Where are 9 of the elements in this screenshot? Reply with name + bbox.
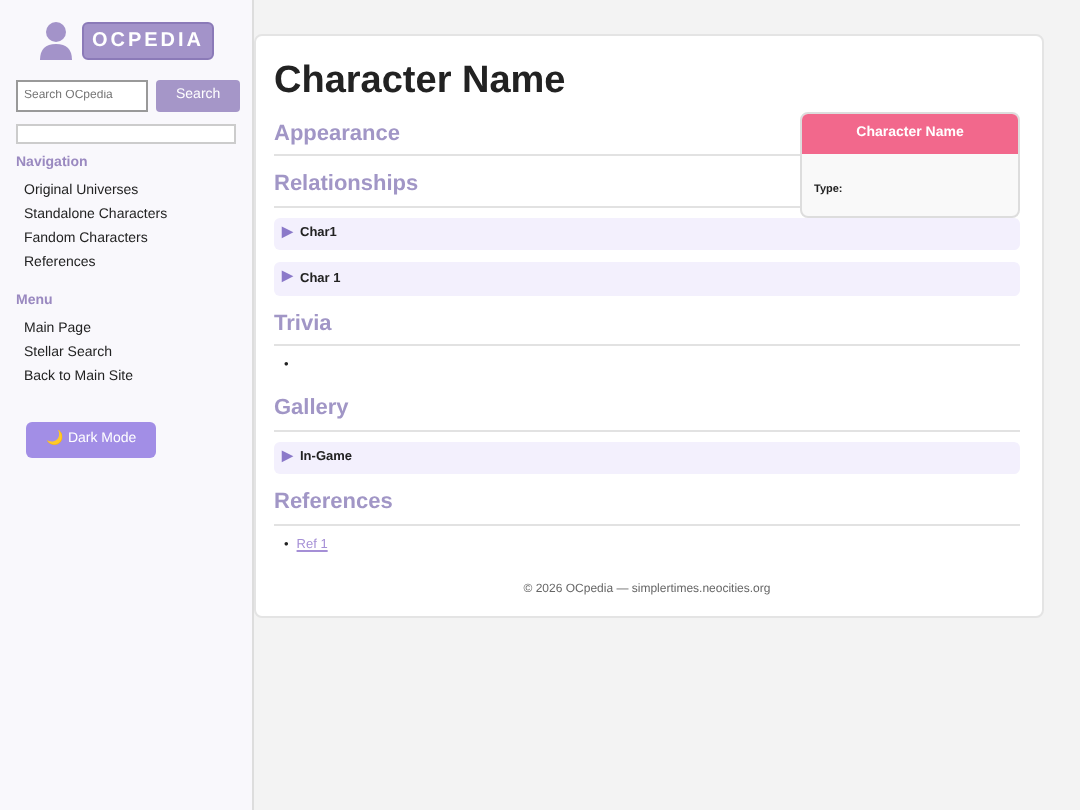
person-icon — [37, 20, 74, 60]
page-title: Character Name — [274, 60, 568, 106]
section-heading: References — [274, 486, 1020, 526]
section-heading: Appearance — [274, 117, 800, 157]
section-heading: Gallery — [274, 392, 1020, 432]
section-heading: Relationships — [274, 168, 800, 208]
section-heading: Trivia — [274, 307, 1020, 347]
text-field[interactable] — [16, 124, 236, 144]
logo-text: OCPEDIA — [81, 21, 215, 59]
